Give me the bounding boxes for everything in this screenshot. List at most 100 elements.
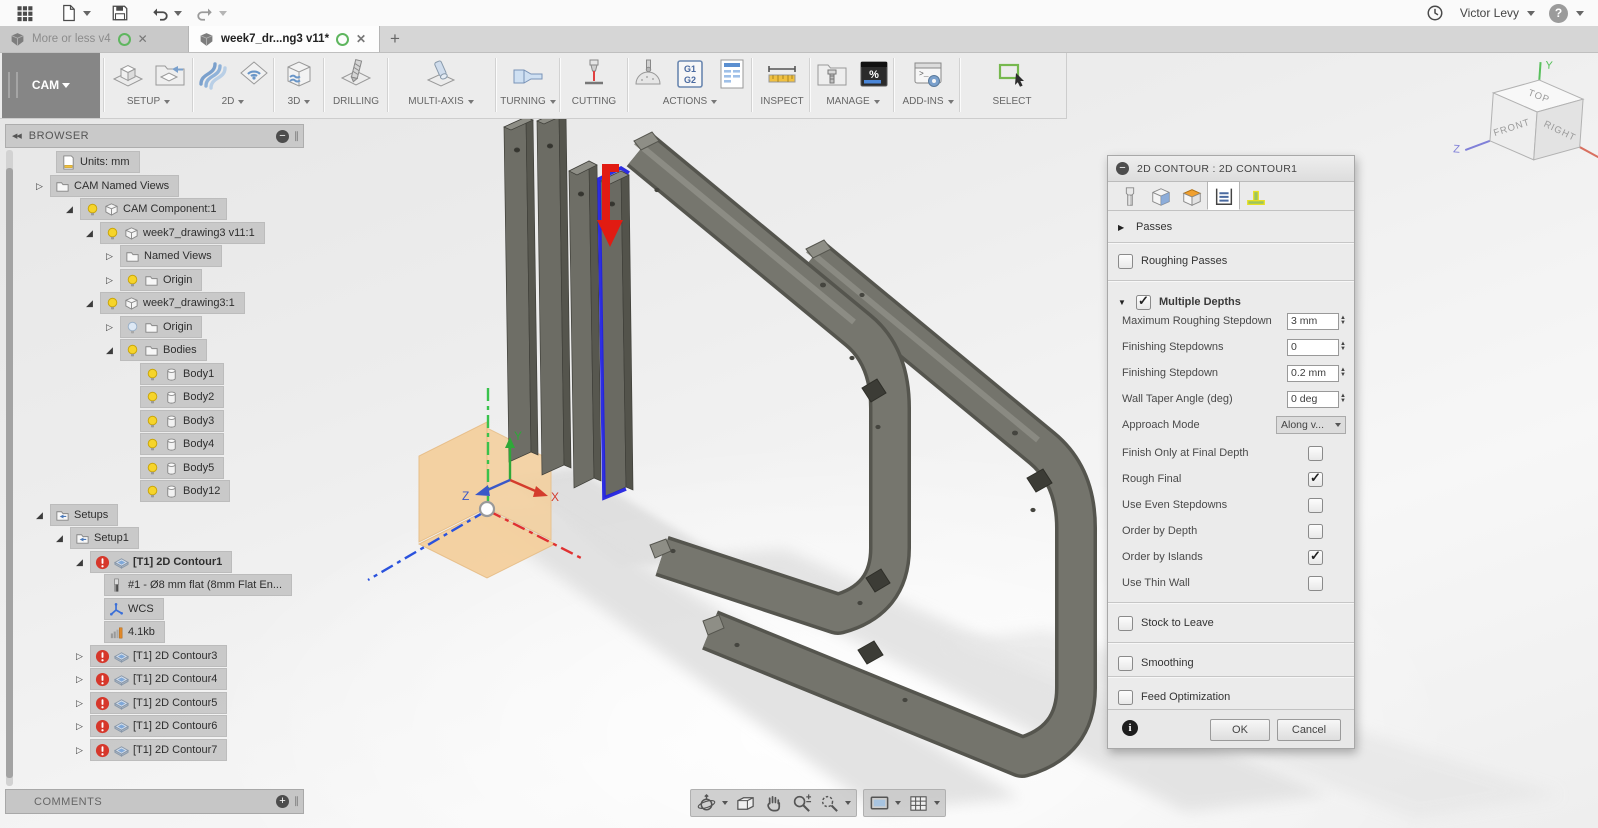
expand-arrow-icon[interactable] xyxy=(76,698,90,709)
order-by-depth-checkbox[interactable] xyxy=(1308,523,1323,539)
bulb-off-icon[interactable] xyxy=(125,320,140,335)
view-cube[interactable]: TOP FRONT RIGHT Y Z X xyxy=(1448,56,1598,179)
drilling-icon[interactable] xyxy=(339,57,373,91)
tab-geometry[interactable] xyxy=(1145,184,1176,210)
browser-resize-handle[interactable]: ∥ xyxy=(294,131,299,142)
look-at-icon[interactable] xyxy=(735,793,756,814)
tab-heights[interactable] xyxy=(1176,184,1207,210)
ribbon-label-inspect[interactable]: INSPECT xyxy=(760,96,803,107)
doc-tab-more-or-less[interactable]: More or less v4 ✕ xyxy=(0,26,189,52)
comments-resize-handle[interactable]: ∥ xyxy=(294,796,299,807)
bulb-icon[interactable] xyxy=(145,414,160,429)
redo-icon[interactable] xyxy=(194,2,216,24)
new-folder-icon[interactable] xyxy=(153,57,187,91)
ribbon-label-2d[interactable]: 2D xyxy=(222,96,245,107)
undo-icon[interactable] xyxy=(149,2,171,24)
redo-caret-icon[interactable] xyxy=(219,10,227,16)
orbit-caret-icon[interactable] xyxy=(722,801,728,805)
turning-icon[interactable] xyxy=(511,57,545,91)
post-process-icon[interactable] xyxy=(673,57,707,91)
bulb-icon[interactable] xyxy=(105,226,120,241)
task-manager-icon[interactable] xyxy=(857,57,891,91)
bulb-icon[interactable] xyxy=(145,367,160,382)
zoom-window-icon[interactable] xyxy=(819,793,840,814)
wall-taper-angle-input[interactable]: 0 deg xyxy=(1287,390,1340,408)
stock-to-leave-checkbox[interactable] xyxy=(1118,615,1133,631)
expand-arrow-icon[interactable] xyxy=(106,275,120,286)
bulb-icon[interactable] xyxy=(125,273,140,288)
collapse-arrow-icon[interactable] xyxy=(86,228,100,239)
spinner-arrows[interactable]: ▲ ▼ xyxy=(1340,367,1346,378)
expand-arrow-icon[interactable] xyxy=(36,181,50,192)
tree-item-body5[interactable]: Body5 xyxy=(140,457,225,479)
order-by-islands-checkbox[interactable] xyxy=(1308,548,1323,565)
tree-item-bodies[interactable]: Bodies xyxy=(106,339,207,361)
workspace-switcher[interactable]: CAM xyxy=(2,52,100,118)
feed-optimization-section[interactable]: Feed Optimization xyxy=(1108,682,1354,712)
simulate-icon[interactable] xyxy=(631,57,665,91)
smoothing-checkbox[interactable] xyxy=(1118,655,1133,671)
collapse-arrow-icon[interactable] xyxy=(66,204,80,215)
ribbon-label-3d[interactable]: 3D xyxy=(288,96,311,107)
bulb-icon[interactable] xyxy=(145,461,160,476)
roughing-passes-section[interactable]: Roughing Passes xyxy=(1108,248,1354,274)
expand-arrow-icon[interactable] xyxy=(76,651,90,662)
spinner-arrows[interactable]: ▲ ▼ xyxy=(1340,315,1346,326)
tree-item-body2[interactable]: Body2 xyxy=(140,386,225,408)
tree-item-contour6[interactable]: [T1] 2D Contour6 xyxy=(76,715,228,737)
cancel-button[interactable]: Cancel xyxy=(1277,719,1341,741)
app-launcher-icon[interactable] xyxy=(14,2,36,24)
zoom-window-caret-icon[interactable] xyxy=(845,801,851,805)
browser-scrollbar-thumb[interactable] xyxy=(6,168,13,778)
bulb-icon[interactable] xyxy=(85,202,100,217)
rough-final-checkbox[interactable] xyxy=(1308,470,1323,487)
tree-item-origin[interactable]: Origin xyxy=(106,269,203,291)
finish-only-final-depth-checkbox[interactable] xyxy=(1308,445,1323,461)
pan-icon[interactable] xyxy=(763,793,784,814)
help-menu[interactable]: ? xyxy=(1549,3,1584,23)
tree-item-filesize[interactable]: 4.1kb xyxy=(104,621,165,643)
tree-item-setups[interactable]: Setups xyxy=(36,504,119,526)
finishing-stepdown-input[interactable]: 0.2 mm xyxy=(1287,364,1340,382)
spinner-arrows[interactable]: ▲ ▼ xyxy=(1340,341,1346,352)
new-setup-icon[interactable] xyxy=(111,57,145,91)
tab-linking[interactable] xyxy=(1240,184,1271,210)
user-account-menu[interactable]: Victor Levy xyxy=(1460,6,1535,20)
tree-item-week7-drawing3[interactable]: week7_drawing3:1 xyxy=(86,292,245,314)
expand-arrow-icon[interactable] xyxy=(76,674,90,685)
use-even-stepdowns-checkbox[interactable] xyxy=(1308,497,1323,513)
tool-library-icon[interactable] xyxy=(815,57,849,91)
tree-item-tool[interactable]: #1 - Ø8 mm flat (8mm Flat En... xyxy=(104,574,293,596)
ribbon-label-select[interactable]: SELECT xyxy=(993,96,1032,107)
doc-tab-week7-drawing3[interactable]: week7_dr...ng3 v11* ✕ xyxy=(189,26,380,52)
spinner-arrows[interactable]: ▲ ▼ xyxy=(1340,393,1346,404)
comments-expand-icon[interactable]: + xyxy=(276,795,289,808)
3d-milling-icon[interactable] xyxy=(282,57,316,91)
info-icon[interactable]: i xyxy=(1122,720,1138,736)
dialog-header[interactable]: − 2D CONTOUR : 2D CONTOUR1 xyxy=(1108,156,1354,182)
setup-sheet-icon[interactable] xyxy=(715,57,749,91)
expand-arrow-icon[interactable] xyxy=(106,322,120,333)
bulb-icon[interactable] xyxy=(145,484,160,499)
bulb-icon[interactable] xyxy=(145,437,160,452)
ribbon-label-addins[interactable]: ADD-INS xyxy=(902,96,953,107)
tree-item-contour1[interactable]: [T1] 2D Contour1 xyxy=(76,551,233,573)
undo-caret-icon[interactable] xyxy=(174,10,182,16)
display-settings-caret-icon[interactable] xyxy=(895,801,901,805)
multiple-depths-checkbox[interactable] xyxy=(1136,293,1151,310)
tab-tool[interactable] xyxy=(1114,184,1145,210)
stock-to-leave-section[interactable]: Stock to Leave xyxy=(1108,608,1354,638)
tree-item-origin-2[interactable]: Origin xyxy=(106,316,203,338)
max-roughing-stepdown-input[interactable]: 3 mm xyxy=(1287,312,1340,330)
save-icon[interactable] xyxy=(109,2,131,24)
scripts-addins-icon[interactable] xyxy=(911,57,945,91)
ribbon-label-multiaxis[interactable]: MULTI-AXIS xyxy=(408,96,473,107)
expand-arrow-icon[interactable] xyxy=(76,721,90,732)
ribbon-label-drilling[interactable]: DRILLING xyxy=(333,96,379,107)
toolbar-grip-handle[interactable] xyxy=(8,72,18,98)
smoothing-section[interactable]: Smoothing xyxy=(1108,648,1354,678)
tree-item-named-views[interactable]: Named Views xyxy=(106,245,222,267)
bulb-icon[interactable] xyxy=(105,296,120,311)
tab-passes[interactable] xyxy=(1207,181,1240,210)
ribbon-label-cutting[interactable]: CUTTING xyxy=(572,96,616,107)
